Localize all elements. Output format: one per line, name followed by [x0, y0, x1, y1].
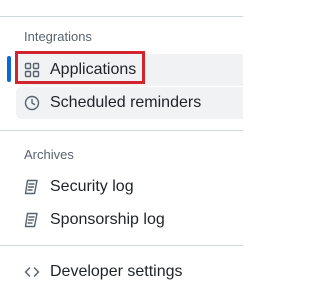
sidebar-item-label: Scheduled reminders: [50, 94, 202, 111]
section-heading-integrations: Integrations: [24, 29, 92, 44]
highlight-annotation: [15, 51, 145, 84]
section-divider: [0, 130, 243, 131]
log-icon: [24, 179, 40, 195]
sidebar-item-developer-settings[interactable]: Developer settings: [16, 256, 243, 288]
sidebar-item-label: Developer settings: [50, 263, 183, 280]
section-divider: [0, 245, 243, 246]
log-icon: [24, 212, 40, 228]
code-icon: [24, 264, 40, 280]
sidebar-item-sponsorship-log[interactable]: Sponsorship log: [16, 204, 243, 236]
sidebar-item-label: Security log: [50, 178, 134, 195]
active-indicator: [7, 56, 11, 82]
sidebar-item-label: Sponsorship log: [50, 211, 165, 228]
sidebar-item-scheduled-reminders[interactable]: Scheduled reminders: [16, 87, 243, 119]
section-heading-archives: Archives: [24, 147, 74, 162]
clock-icon: [24, 95, 40, 111]
sidebar-item-security-log[interactable]: Security log: [16, 171, 243, 203]
top-divider: [0, 16, 243, 17]
